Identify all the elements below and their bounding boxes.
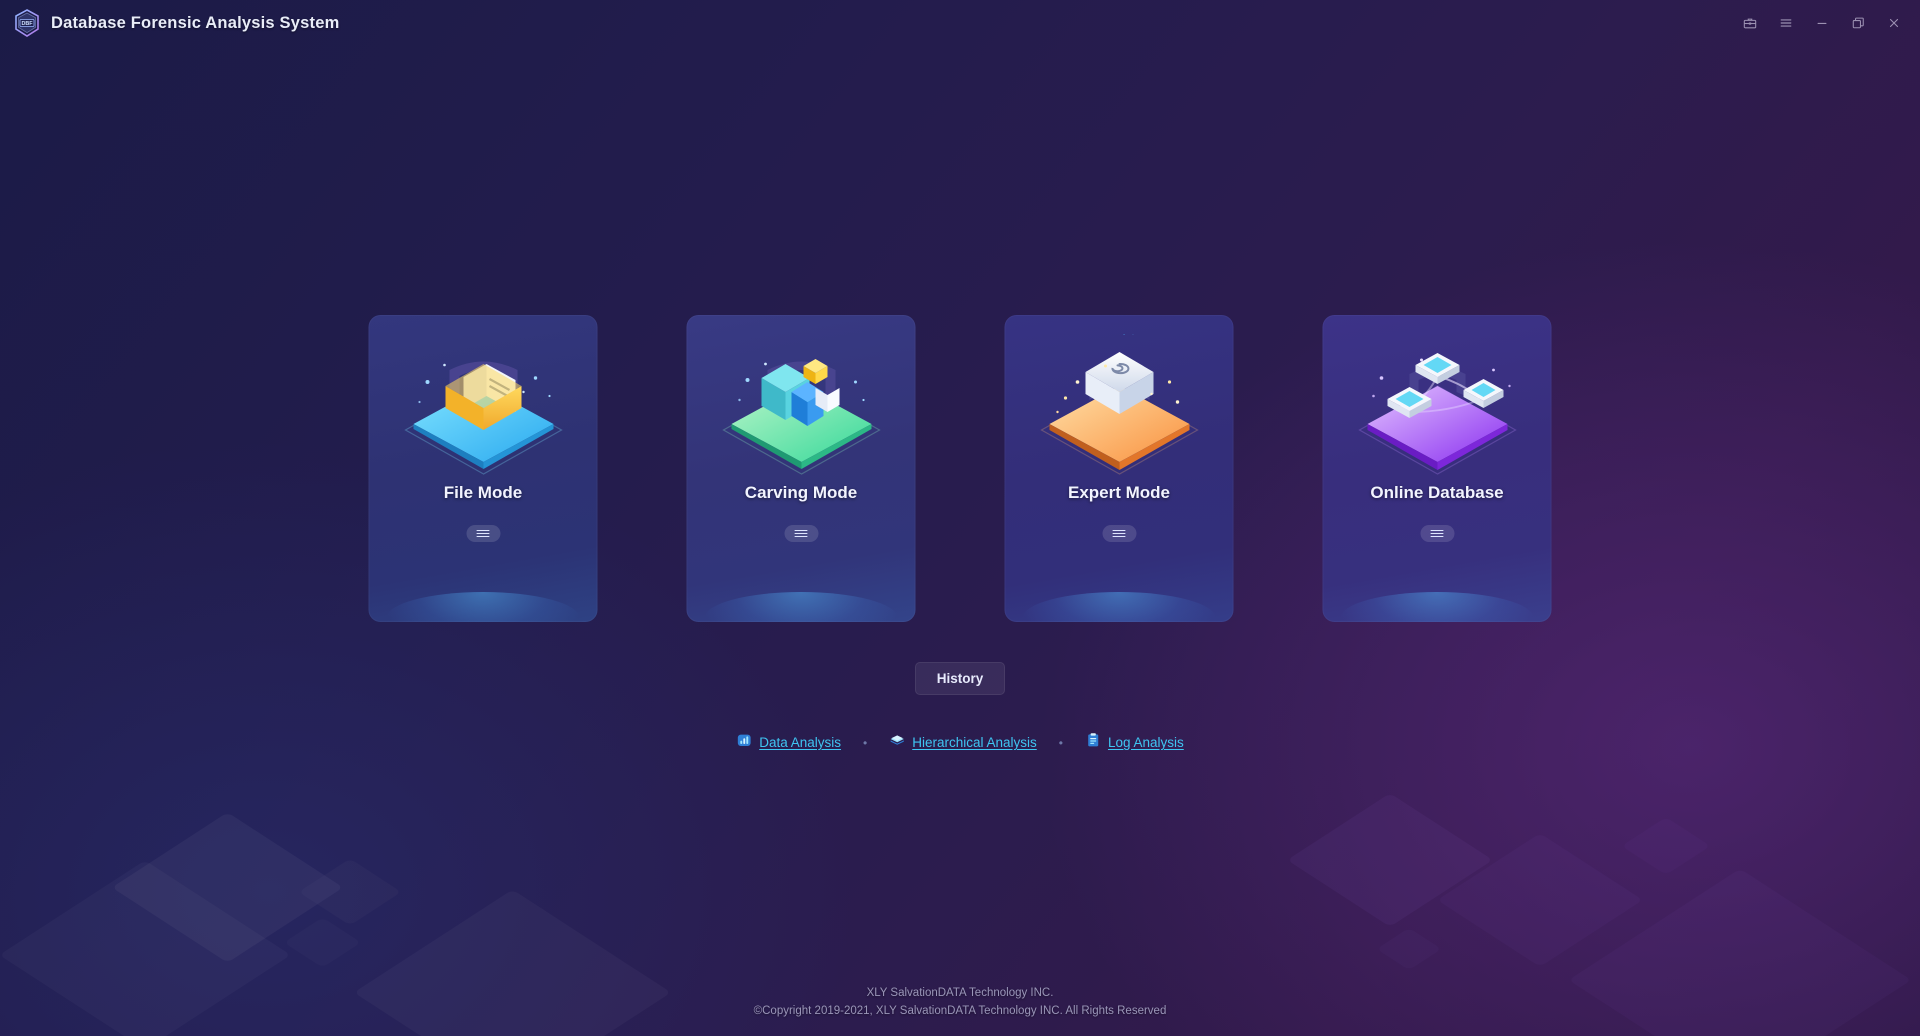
close-icon[interactable] <box>1876 8 1912 38</box>
link-label: Hierarchical Analysis <box>912 735 1037 750</box>
menu-bars <box>794 528 808 539</box>
footer-company: XLY SalvationDATA Technology INC. <box>866 987 1054 999</box>
analysis-links: Data Analysis • Hierarchical Analysis • <box>736 732 1184 753</box>
maximize-icon[interactable] <box>1840 8 1876 38</box>
list-menu-icon[interactable] <box>784 525 818 542</box>
logo-text: DBF <box>21 21 33 27</box>
menu-bars <box>476 528 490 539</box>
minimize-icon[interactable] <box>1804 8 1840 38</box>
brand: DBF Database Forensic Analysis System <box>0 8 339 38</box>
footer: XLY SalvationDATA Technology INC. ©Copyr… <box>0 984 1920 1020</box>
link-data-analysis[interactable]: Data Analysis <box>736 732 841 753</box>
link-label: Log Analysis <box>1107 735 1184 750</box>
list-menu-icon[interactable] <box>1420 525 1454 542</box>
link-hierarchical-analysis[interactable]: Hierarchical Analysis <box>889 732 1037 753</box>
menu-bars <box>1430 528 1444 539</box>
title-bar: DBF Database Forensic Analysis System <box>0 0 1920 46</box>
isometric-purple-platform-network-nodes <box>1323 329 1552 489</box>
mode-card-carving-mode[interactable]: Carving Mode <box>686 315 916 622</box>
menu-bars <box>1112 528 1126 539</box>
layers-icon <box>889 732 905 753</box>
mode-card-title: File Mode <box>443 483 523 502</box>
link-separator: • <box>1058 735 1063 750</box>
mode-cards: File Mode Carving Mode Expert Mode Onlin… <box>368 315 1552 622</box>
link-log-analysis[interactable]: Log Analysis <box>1085 732 1184 753</box>
link-separator: • <box>863 735 868 750</box>
toolbox-icon[interactable] <box>1732 8 1768 38</box>
link-label: Data Analysis <box>759 735 842 750</box>
mode-card-expert-mode[interactable]: Expert Mode <box>1004 315 1234 622</box>
clipboard-icon <box>1085 732 1101 753</box>
app-window: DBF Database Forensic Analysis System Fi… <box>0 0 1920 1036</box>
isometric-orange-platform-database-cube <box>1005 329 1234 489</box>
mode-card-online-database[interactable]: Online Database <box>1322 315 1552 622</box>
list-menu-icon[interactable] <box>466 525 500 542</box>
menu-icon[interactable] <box>1768 8 1804 38</box>
history-button[interactable]: History <box>915 662 1005 695</box>
footer-copyright: ©Copyright 2019-2021, XLY SalvationDATA … <box>753 1005 1167 1017</box>
hexagon-shield-logo: DBF <box>12 8 42 38</box>
mode-card-title: Expert Mode <box>1067 483 1171 502</box>
isometric-blue-platform-folder-document <box>369 329 598 489</box>
mode-card-file-mode[interactable]: File Mode <box>368 315 598 622</box>
isometric-green-platform-person-puzzle <box>687 329 916 489</box>
mode-card-title: Carving Mode <box>744 483 858 502</box>
list-menu-icon[interactable] <box>1102 525 1136 542</box>
app-title: Database Forensic Analysis System <box>51 13 340 32</box>
mode-card-title: Online Database <box>1370 483 1504 502</box>
window-controls <box>1732 8 1920 38</box>
bar-chart-icon <box>736 732 752 753</box>
main-stage: File Mode Carving Mode Expert Mode Onlin… <box>0 0 1920 1036</box>
